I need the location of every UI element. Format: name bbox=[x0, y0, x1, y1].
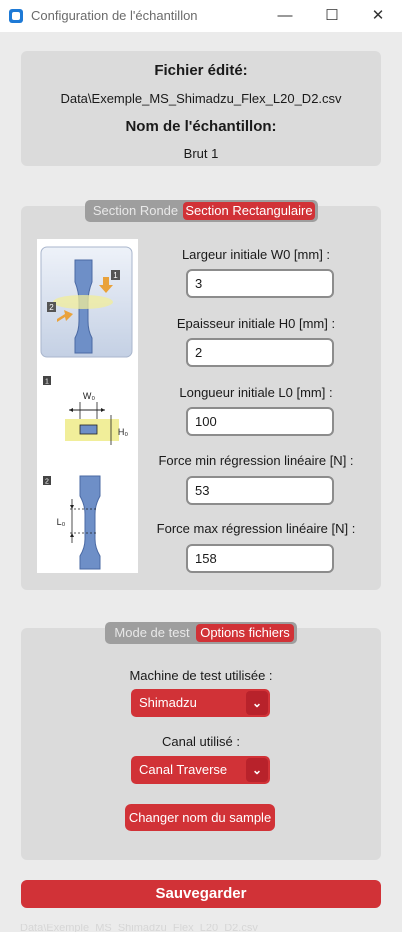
force-min-field[interactable]: 53 bbox=[186, 476, 334, 505]
force-max-field[interactable]: 158 bbox=[186, 544, 334, 573]
epaisseur-h0-field[interactable]: 2 bbox=[186, 338, 334, 367]
force-min-label: Force min régression linéaire [N] : bbox=[158, 453, 354, 468]
machine-label: Machine de test utilisée : bbox=[129, 668, 273, 683]
file-path: Data\Exemple_MS_Shimadzu_Flex_L20_D2.csv bbox=[60, 91, 342, 106]
longueur-l0-label: Longueur initiale L0 [mm] : bbox=[179, 385, 333, 400]
longueur-l0-field[interactable]: 100 bbox=[186, 407, 334, 436]
channel-label: Canal utilisé : bbox=[161, 734, 241, 749]
machine-value: Shimadzu bbox=[139, 695, 197, 710]
change-sample-name-button[interactable]: Changer nom du sample bbox=[125, 804, 275, 831]
window-title-bar: Configuration de l'échantillon — ☐ ✕ bbox=[0, 0, 402, 32]
figure-detail-2-label: 2 bbox=[45, 479, 49, 486]
force-max-label: Force max régression linéaire [N] : bbox=[156, 521, 356, 536]
tab-mode-de-test[interactable]: Mode de test bbox=[108, 624, 196, 642]
section-panel: Section Ronde Section Rectangulaire 1 2 … bbox=[21, 200, 381, 590]
maximize-button[interactable]: ☐ bbox=[309, 0, 355, 32]
specimen-diagram: 1 2 1 W₀ H₀ 2 L₀ bbox=[40, 246, 133, 570]
figure-detail-1-label: 1 bbox=[45, 379, 49, 386]
largeur-w0-field[interactable]: 3 bbox=[186, 269, 334, 298]
save-button[interactable]: Sauvegarder bbox=[21, 880, 381, 908]
clipped-text-remnant: Data\Exemple_MS_Shimadzu_Flex_L20_D2.csv bbox=[20, 924, 258, 932]
figure-step-2-label: 2 bbox=[49, 303, 54, 312]
tab-section-ronde[interactable]: Section Ronde bbox=[88, 202, 183, 220]
l0-label: L₀ bbox=[57, 517, 66, 527]
app-icon bbox=[9, 9, 23, 23]
section-type-selector: Section Ronde Section Rectangulaire bbox=[85, 200, 318, 222]
sample-name: Brut 1 bbox=[183, 146, 219, 161]
chevron-down-icon: ⌄ bbox=[246, 691, 268, 715]
tab-options-fichiers[interactable]: Options fichiers bbox=[196, 624, 294, 642]
tab-section-rectangulaire[interactable]: Section Rectangulaire bbox=[183, 202, 315, 220]
channel-dropdown[interactable]: Canal Traverse ⌄ bbox=[131, 756, 270, 784]
largeur-w0-label: Largeur initiale W0 [mm] : bbox=[181, 247, 331, 262]
options-panel: Mode de test Options fichiers Machine de… bbox=[21, 622, 381, 860]
machine-dropdown[interactable]: Shimadzu ⌄ bbox=[131, 689, 270, 717]
specimen-figure: 1 2 1 W₀ H₀ 2 L₀ bbox=[37, 239, 138, 573]
close-button[interactable]: ✕ bbox=[355, 0, 401, 32]
minimize-button[interactable]: — bbox=[262, 0, 308, 32]
chevron-down-icon: ⌄ bbox=[246, 758, 268, 782]
options-mode-selector: Mode de test Options fichiers bbox=[105, 622, 297, 644]
epaisseur-h0-label: Epaisseur initiale H0 [mm] : bbox=[176, 316, 336, 331]
figure-step-1-label: 1 bbox=[113, 271, 118, 280]
h0-label: H₀ bbox=[118, 427, 128, 437]
file-info-panel: Fichier édité: Data\Exemple_MS_Shimadzu_… bbox=[21, 51, 381, 166]
channel-value: Canal Traverse bbox=[139, 762, 228, 777]
file-heading: Fichier édité: bbox=[154, 62, 248, 79]
window-title: Configuration de l'échantillon bbox=[31, 8, 198, 23]
w0-label: W₀ bbox=[83, 391, 95, 401]
sample-heading: Nom de l'échantillon: bbox=[125, 118, 277, 135]
